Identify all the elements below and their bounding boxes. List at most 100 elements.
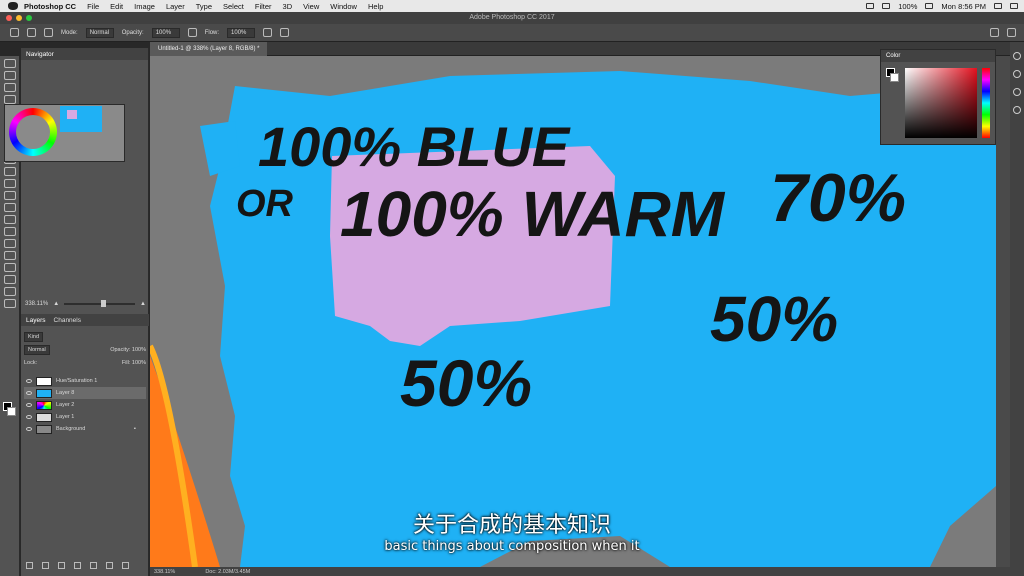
layer-row-background[interactable]: Background ▪ [24,423,146,435]
pressure-opacity-icon[interactable] [187,28,197,37]
layer-thumbnail [36,400,52,410]
dodge-tool-icon[interactable] [3,215,16,224]
blur-tool-icon[interactable] [3,203,16,212]
brush-panel-toggle-icon[interactable] [44,28,53,37]
color-saturation-field[interactable] [905,68,977,138]
close-window-button[interactable] [6,15,12,21]
color-panel-background-swatch[interactable] [890,73,899,82]
workspace-switcher-icon[interactable] [1007,28,1016,37]
pen-tool-icon[interactable] [3,227,16,236]
add-mask-icon[interactable] [58,562,65,569]
pressure-size-icon[interactable] [280,28,290,37]
lasso-tool-icon[interactable] [3,83,16,92]
gradient-tool-icon[interactable] [3,191,16,200]
type-tool-icon[interactable] [3,239,16,248]
visibility-eye-icon[interactable] [26,427,32,431]
zoom-tool-icon[interactable] [3,287,16,296]
layer-row-layer-2[interactable]: Layer 2 [24,399,146,411]
hand-tool-icon[interactable] [3,275,16,284]
background-color-swatch[interactable] [7,407,16,416]
search-icon[interactable] [990,28,999,37]
channels-tab[interactable]: Channels [54,317,81,324]
navigator-tab[interactable]: Navigator [26,51,54,58]
menu-edit[interactable]: Edit [110,2,123,11]
color-panel-title[interactable]: Color [881,50,995,62]
new-group-icon[interactable] [90,562,97,569]
notification-center-icon[interactable] [1010,3,1018,9]
document-canvas[interactable]: 100% BLUE OR 100% WARM 70% 50% 50% [150,56,996,567]
brush-tool-preset-icon[interactable] [10,28,19,37]
learn-panel-icon[interactable] [1013,52,1021,60]
navigator-zoom-value[interactable]: 338.11% [25,301,48,307]
fill-input[interactable]: 100% [132,360,146,366]
layers-tab[interactable]: Layers [26,317,46,324]
menu-select[interactable]: Select [223,2,244,11]
link-layers-icon[interactable] [26,562,33,569]
move-tool-icon[interactable] [3,59,16,68]
zoom-slider[interactable] [64,300,136,307]
canvas-vertical-scrollbar[interactable] [996,56,1010,567]
quick-select-tool-icon[interactable] [3,95,16,104]
layer-row-hue-saturation[interactable]: Hue/Saturation 1 [24,375,146,387]
edit-toolbar-icon[interactable] [3,299,16,308]
menu-window[interactable]: Window [330,2,357,11]
visibility-eye-icon[interactable] [26,403,32,407]
menu-3d[interactable]: 3D [283,2,293,11]
info-panel-icon[interactable] [1013,88,1021,96]
window-controls [6,15,32,21]
menu-help[interactable]: Help [368,2,383,11]
adjustments-panel-icon[interactable] [1013,70,1021,78]
wifi-icon[interactable] [882,3,891,9]
apple-menu-icon[interactable] [8,2,18,10]
zoom-slider-handle[interactable] [101,300,107,307]
new-adjustment-icon[interactable] [74,562,81,569]
visibility-eye-icon[interactable] [26,415,32,419]
menu-type[interactable]: Type [196,2,212,11]
document-tab[interactable]: Untitled-1 @ 338% (Layer 8, RGB/8) * [150,42,268,56]
battery-icon[interactable] [925,3,934,9]
path-select-tool-icon[interactable] [3,251,16,260]
eraser-tool-icon[interactable] [3,179,16,188]
airbrush-icon[interactable] [263,28,273,37]
layers-options: Kind Normal Opacity: 100% Lock: Fill: 10… [24,330,146,369]
menu-image[interactable]: Image [134,2,155,11]
layers-panel-header: Layers Channels [21,314,149,326]
menu-filter[interactable]: Filter [255,2,272,11]
layer-style-icon[interactable] [42,562,49,569]
layer-kind-filter[interactable]: Kind [24,331,44,342]
shape-tool-icon[interactable] [3,263,16,272]
zoom-in-icon[interactable]: ▲ [140,301,146,307]
spotlight-search-icon[interactable] [994,3,1002,9]
opacity-label: Opacity: [121,29,144,36]
layer-blend-mode-select[interactable]: Normal [24,344,50,355]
status-doc-info[interactable]: Doc: 2.03M/3.45M [205,569,250,575]
libraries-panel-icon[interactable] [1013,106,1021,114]
mode-select[interactable]: Normal [85,27,114,38]
layer-opacity-input[interactable]: 100% [132,347,146,353]
history-brush-tool-icon[interactable] [3,167,16,176]
status-zoom[interactable]: 338.11% [154,569,175,575]
zoom-window-button[interactable] [26,15,32,21]
lock-icon: ▪ [134,426,136,432]
minimize-window-button[interactable] [16,15,22,21]
menu-view[interactable]: View [303,2,319,11]
layer-row-layer-8[interactable]: Layer 8 [24,387,146,399]
navigator-preview[interactable] [4,104,125,162]
visibility-eye-icon[interactable] [26,379,32,383]
layer-row-layer-1[interactable]: Layer 1 [24,411,146,423]
menu-file[interactable]: File [87,2,99,11]
visibility-eye-icon[interactable] [26,391,32,395]
zoom-out-icon[interactable]: ▲ [53,301,59,307]
creative-cloud-icon[interactable] [866,3,875,9]
delete-layer-icon[interactable] [122,562,129,569]
opacity-input[interactable]: 100% [151,27,180,38]
brush-size-picker-icon[interactable] [27,28,36,37]
flow-input[interactable]: 100% [227,27,256,38]
menu-layer[interactable]: Layer [166,2,185,11]
marquee-tool-icon[interactable] [3,71,16,80]
hue-slider[interactable] [982,68,990,138]
clock[interactable]: Mon 8:56 PM [941,2,986,11]
options-right [990,28,1024,37]
new-layer-icon[interactable] [106,562,113,569]
menu-photoshop[interactable]: Photoshop CC [24,2,76,11]
